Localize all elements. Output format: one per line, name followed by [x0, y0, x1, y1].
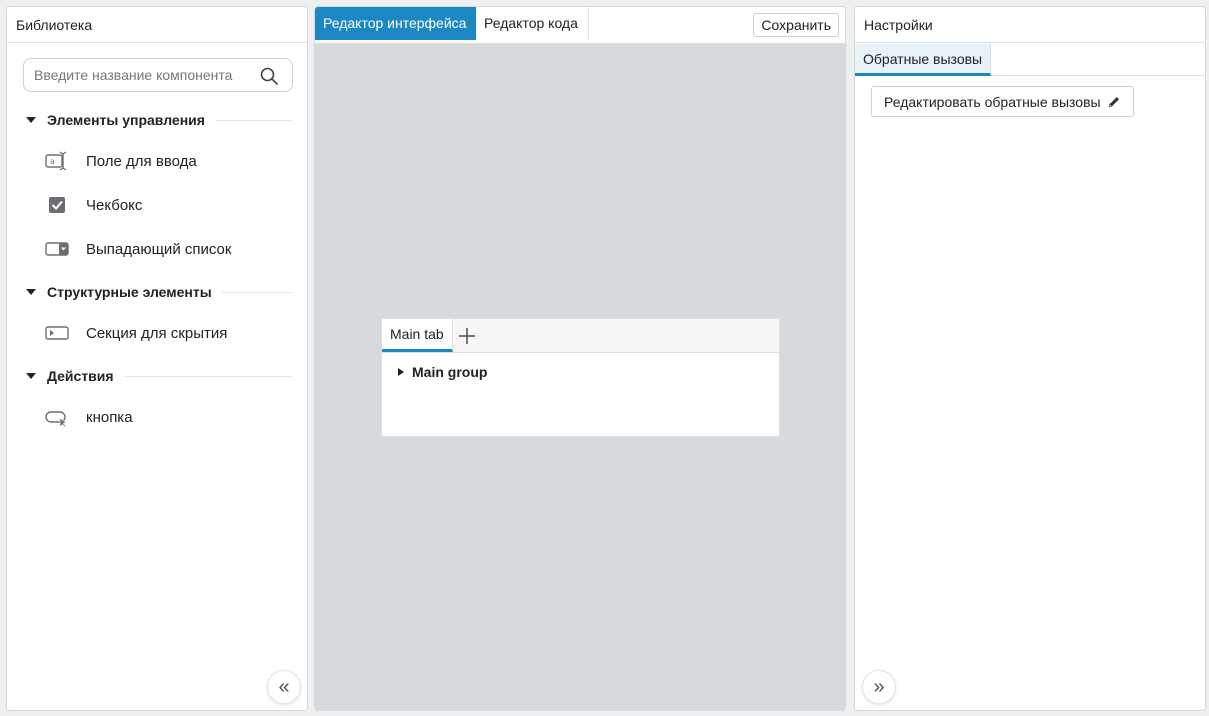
checkbox-icon — [45, 194, 69, 216]
settings-title: Настройки — [855, 7, 1205, 43]
pencil-icon — [1108, 96, 1119, 107]
collapse-library-button[interactable]: « — [267, 670, 301, 704]
library-title: Библиотека — [7, 7, 307, 43]
lib-item-collapsible-section[interactable]: Секция для скрытия — [45, 318, 295, 348]
search-icon[interactable] — [260, 67, 278, 85]
form-tab-main[interactable]: Main tab — [382, 319, 453, 352]
lib-item-label: Чекбокс — [86, 196, 143, 214]
main-group-header[interactable]: Main group — [396, 363, 487, 381]
component-search — [23, 58, 293, 92]
edit-callbacks-label: Редактировать обратные вызовы — [884, 93, 1101, 110]
group-structural[interactable]: Структурные элементы — [23, 281, 293, 303]
group-actions-title: Действия — [47, 368, 114, 384]
svg-text:a: a — [50, 157, 55, 166]
lib-item-label: Поле для ввода — [86, 152, 197, 170]
group-controls-title: Элементы управления — [47, 112, 205, 128]
group-structural-title: Структурные элементы — [47, 284, 212, 300]
group-divider — [214, 119, 293, 121]
caret-down-icon — [26, 373, 36, 379]
settings-tab-bar: Обратные вызовы — [855, 44, 1205, 76]
caret-down-icon — [26, 289, 36, 295]
tab-callbacks[interactable]: Обратные вызовы — [855, 44, 992, 76]
lib-item-checkbox[interactable]: Чекбокс — [45, 190, 295, 220]
double-chevron-left-icon: « — [278, 675, 290, 698]
main-group-label: Main group — [412, 364, 488, 380]
group-actions[interactable]: Действия — [23, 365, 293, 387]
library-panel: Библиотека Элементы управления a Поле дл… — [6, 6, 308, 711]
dropdown-icon — [45, 238, 69, 260]
form-tab-bar: Main tab — [382, 319, 779, 353]
group-divider — [221, 291, 293, 293]
plus-icon[interactable] — [458, 327, 476, 345]
button-click-icon — [45, 406, 69, 428]
caret-right-icon — [398, 368, 404, 376]
editor-toolbar: Редактор интерфейса Редактор кода Сохран… — [315, 7, 845, 43]
double-chevron-right-icon: » — [873, 675, 885, 698]
lib-item-label: Секция для скрытия — [86, 324, 228, 342]
lib-item-dropdown[interactable]: Выпадающий список — [45, 234, 295, 264]
group-divider — [123, 375, 293, 377]
lib-item-button[interactable]: кнопка — [45, 402, 295, 432]
lib-item-label: Выпадающий список — [86, 240, 232, 258]
group-controls[interactable]: Элементы управления — [23, 109, 293, 131]
edit-callbacks-button[interactable]: Редактировать обратные вызовы — [871, 86, 1134, 117]
caret-down-icon — [26, 117, 36, 123]
collapse-settings-button[interactable]: » — [862, 670, 896, 704]
collapsible-section-icon — [45, 322, 69, 344]
settings-panel: Настройки Обратные вызовы Редактировать … — [854, 6, 1206, 711]
tab-code-editor[interactable]: Редактор кода — [476, 7, 589, 40]
canvas-form: Main tab Main group — [381, 318, 780, 437]
lib-item-label: кнопка — [86, 408, 133, 426]
save-button[interactable]: Сохранить — [753, 13, 839, 37]
text-input-icon: a — [45, 150, 69, 172]
editor-panel: Редактор интерфейса Редактор кода Сохран… — [314, 6, 846, 711]
lib-item-text-input[interactable]: a Поле для ввода — [45, 146, 295, 176]
tab-interface-editor[interactable]: Редактор интерфейса — [315, 7, 476, 40]
component-search-input[interactable] — [24, 59, 254, 91]
